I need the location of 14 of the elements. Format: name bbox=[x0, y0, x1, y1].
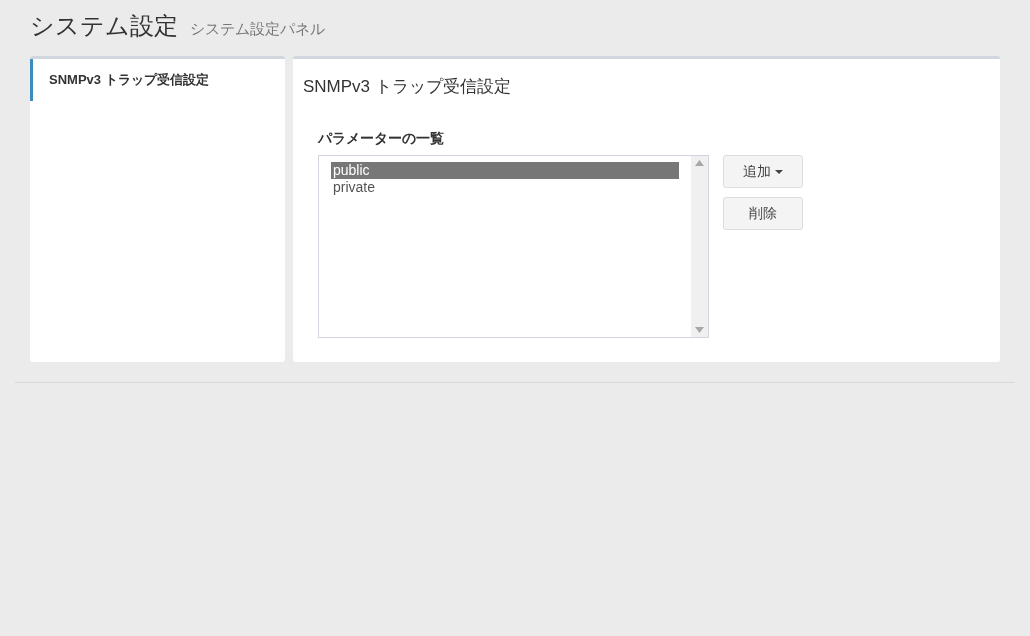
list-option[interactable]: public bbox=[331, 162, 679, 179]
page-subtitle: システム設定パネル bbox=[190, 20, 325, 39]
panel-title: SNMPv3 トラップ受信設定 bbox=[303, 76, 512, 98]
scroll-down-icon[interactable] bbox=[695, 327, 704, 333]
add-dropdown-button[interactable]: 追加 bbox=[723, 155, 803, 188]
scrollbar[interactable] bbox=[691, 156, 708, 337]
page-title: システム設定 bbox=[30, 11, 178, 41]
list-label: パラメーターの一覧 bbox=[318, 130, 445, 148]
parameter-listbox[interactable]: public private bbox=[318, 155, 709, 338]
delete-button[interactable]: 削除 bbox=[723, 197, 803, 230]
caret-icon bbox=[775, 169, 783, 174]
list-option[interactable]: private bbox=[331, 179, 679, 196]
scroll-up-icon[interactable] bbox=[695, 160, 704, 166]
sidebar-item[interactable]: SNMPv3 トラップ受信設定 bbox=[30, 59, 285, 101]
